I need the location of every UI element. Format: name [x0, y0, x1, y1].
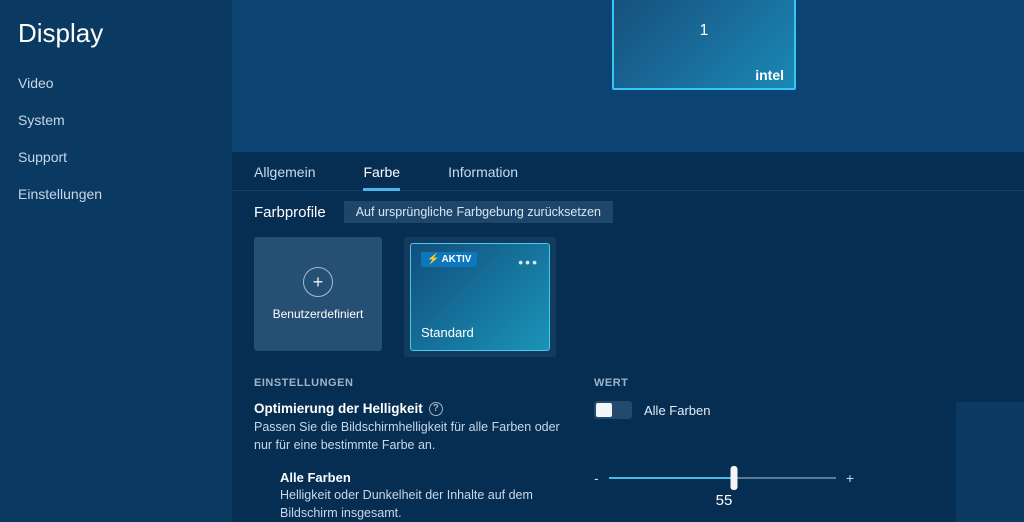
all-colors-description: Helligkeit oder Dunkelheit der Inhalte a…: [280, 487, 570, 522]
slider-handle[interactable]: [730, 466, 737, 490]
brightness-description: Passen Sie die Bildschirmhelligkeit für …: [254, 419, 574, 454]
brightness-title: Optimierung der Helligkeit ?: [254, 401, 594, 416]
profiles-header-row: Farbprofile Auf ursprüngliche Farbgebung…: [232, 191, 1024, 229]
brightness-slider-track[interactable]: [609, 477, 836, 479]
add-custom-profile-card[interactable]: + Benutzerdefiniert: [254, 237, 382, 351]
sidebar-title: Display: [18, 18, 232, 49]
profile-cards-row: + Benutzerdefiniert ⚡AKTIV ••• Standard: [232, 229, 1024, 367]
slider-fill: [609, 477, 734, 479]
brightness-slider-area: - + 55: [594, 470, 854, 522]
settings-area: Allgemein Farbe Information Farbprofile …: [232, 152, 1024, 522]
monitor-card[interactable]: ★ 1 intel: [612, 0, 796, 90]
custom-profile-label: Benutzerdefiniert: [273, 307, 364, 321]
tab-farbe[interactable]: Farbe: [363, 164, 400, 190]
monitor-number: 1: [700, 22, 709, 40]
slider-increase-button[interactable]: +: [846, 470, 854, 486]
profile-name: Standard: [421, 325, 474, 340]
active-profile-wrapper: ⚡AKTIV ••• Standard: [404, 237, 556, 357]
standard-profile-card[interactable]: ⚡AKTIV ••• Standard: [410, 243, 550, 351]
column-value-label: WERT: [594, 377, 1002, 389]
star-icon: ★: [620, 0, 631, 2]
tabs-bar: Allgemein Farbe Information: [232, 152, 1024, 191]
all-colors-title: Alle Farben: [280, 470, 594, 485]
sidebar-item-system[interactable]: System: [18, 112, 232, 128]
bolt-icon: ⚡: [427, 254, 439, 265]
tab-information[interactable]: Information: [448, 164, 518, 190]
profile-more-menu-icon[interactable]: •••: [518, 254, 539, 270]
plus-icon: +: [303, 267, 333, 297]
sidebar-item-video[interactable]: Video: [18, 75, 232, 91]
slider-decrease-button[interactable]: -: [594, 470, 599, 486]
side-panel-hint: [956, 402, 1024, 522]
reset-colors-button[interactable]: Auf ursprüngliche Farbgebung zurücksetze…: [344, 201, 613, 223]
sidebar-item-einstellungen[interactable]: Einstellungen: [18, 186, 232, 202]
monitor-brand-label: intel: [755, 67, 784, 83]
all-colors-toggle[interactable]: [594, 401, 632, 419]
help-icon[interactable]: ?: [429, 402, 443, 416]
columns-header: EINSTELLUNGEN WERT: [232, 367, 1024, 395]
toggle-label: Alle Farben: [644, 403, 710, 418]
toggle-knob: [596, 403, 612, 417]
column-settings-label: EINSTELLUNGEN: [254, 377, 594, 389]
main-panel: ★ 1 intel Allgemein Farbe Information Fa…: [232, 0, 1024, 522]
sidebar-item-support[interactable]: Support: [18, 149, 232, 165]
brightness-value: 55: [716, 492, 733, 509]
monitor-selection-area: ★ 1 intel: [232, 0, 1024, 152]
all-colors-sub-row: Alle Farben Helligkeit oder Dunkelheit d…: [232, 456, 1024, 522]
tab-allgemein[interactable]: Allgemein: [254, 164, 315, 190]
profiles-section-label: Farbprofile: [254, 204, 326, 221]
sidebar: Display Video System Support Einstellung…: [0, 0, 232, 522]
brightness-setting-row: Optimierung der Helligkeit ? Passen Sie …: [232, 395, 1024, 456]
active-badge: ⚡AKTIV: [421, 252, 477, 267]
